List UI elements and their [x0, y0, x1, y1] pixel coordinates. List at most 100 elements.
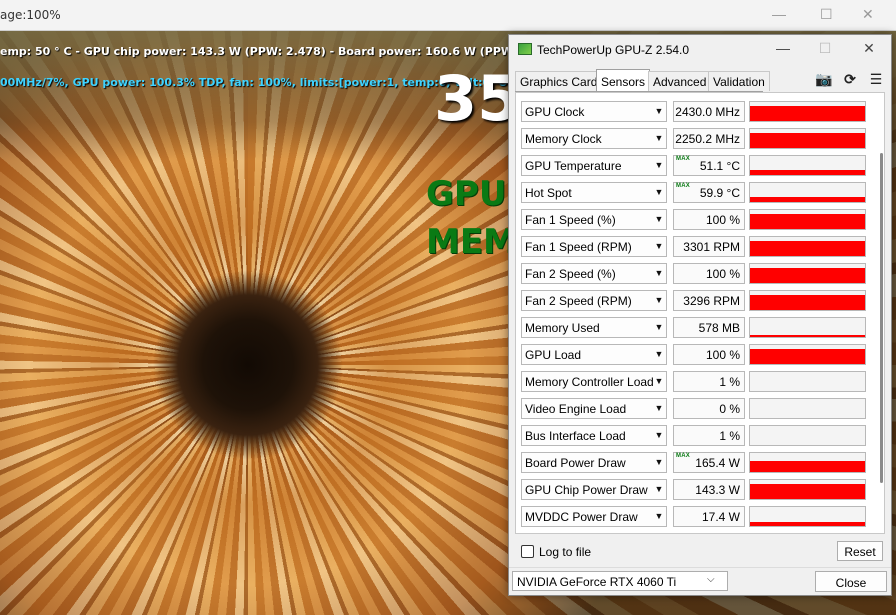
sensor-value: 3296 RPM	[673, 290, 745, 311]
gpuz-title: TechPowerUp GPU-Z 2.54.0	[537, 43, 690, 57]
reset-button[interactable]: Reset	[837, 541, 883, 561]
sensor-graph-fill	[750, 214, 865, 229]
sensor-graph-fill	[750, 484, 865, 499]
dropdown-arrow-icon[interactable]: ▼	[652, 452, 666, 473]
sensor-graph	[749, 182, 866, 203]
sensor-graph	[749, 371, 866, 392]
sensor-row: Fan 2 Speed (%) ▼ 100 %	[521, 263, 871, 285]
sensor-value: 1 %	[673, 371, 745, 392]
sensor-graph	[749, 506, 866, 527]
sensor-label[interactable]: Fan 2 Speed (RPM)	[521, 290, 667, 311]
footer-divider	[509, 567, 891, 568]
sensor-row: Bus Interface Load ▼ 1 %	[521, 425, 871, 447]
dropdown-arrow-icon[interactable]: ▼	[652, 101, 666, 122]
dropdown-arrow-icon[interactable]: ▼	[652, 209, 666, 230]
sensor-graph-fill	[750, 522, 865, 526]
tab-sensors[interactable]: Sensors	[596, 69, 651, 91]
sensor-value: 1 %	[673, 425, 745, 446]
sensor-value: 3301 RPM	[673, 236, 745, 257]
close-button[interactable]: Close	[815, 571, 887, 592]
render-gpu-label: GPU-	[426, 174, 521, 214]
dropdown-arrow-icon[interactable]: ▼	[652, 317, 666, 338]
close-icon[interactable]: ✕	[862, 6, 874, 23]
sensor-graph	[749, 101, 866, 122]
camera-icon[interactable]: 📷	[815, 71, 833, 88]
sensor-label[interactable]: GPU Temperature	[521, 155, 667, 176]
sensor-label[interactable]: GPU Chip Power Draw	[521, 479, 667, 500]
sensor-label[interactable]: Video Engine Load	[521, 398, 667, 419]
sensor-graph	[749, 209, 866, 230]
dropdown-arrow-icon[interactable]: ▼	[652, 371, 666, 392]
sensor-label[interactable]: Fan 1 Speed (RPM)	[521, 236, 667, 257]
close-icon[interactable]: ✕	[859, 40, 879, 57]
sensor-row: Fan 1 Speed (RPM) ▼ 3301 RPM	[521, 236, 871, 258]
sensor-graph	[749, 398, 866, 419]
gpuz-logo-icon	[518, 43, 532, 55]
render-mem-label: MEM	[426, 222, 517, 262]
minimize-icon[interactable]: —	[773, 40, 793, 56]
refresh-icon[interactable]: ⟳	[841, 71, 859, 88]
sensor-graph	[749, 155, 866, 176]
sensor-label[interactable]: MVDDC Power Draw	[521, 506, 667, 527]
dropdown-arrow-icon[interactable]: ▼	[652, 290, 666, 311]
sensor-label[interactable]: GPU Clock	[521, 101, 667, 122]
dropdown-arrow-icon[interactable]: ▼	[652, 344, 666, 365]
dropdown-arrow-icon[interactable]: ▼	[652, 155, 666, 176]
max-marker: MAX	[676, 183, 690, 189]
sensor-label[interactable]: Fan 2 Speed (%)	[521, 263, 667, 284]
sensor-value: 100 %	[673, 344, 745, 365]
sensor-label[interactable]: Fan 1 Speed (%)	[521, 209, 667, 230]
sensor-row: Memory Controller Load ▼ 1 %	[521, 371, 871, 393]
sensor-label[interactable]: Board Power Draw	[521, 452, 667, 473]
maximize-icon[interactable]: ☐	[820, 6, 833, 23]
dropdown-arrow-icon[interactable]: ▼	[652, 479, 666, 500]
menu-icon[interactable]: ☰	[867, 71, 885, 88]
sensor-graph-fill	[750, 349, 865, 364]
dropdown-arrow-icon[interactable]: ▼	[652, 425, 666, 446]
sensor-label[interactable]: Bus Interface Load	[521, 425, 667, 446]
dropdown-arrow-icon[interactable]: ▼	[652, 236, 666, 257]
dropdown-arrow-icon[interactable]: ▼	[652, 506, 666, 527]
dropdown-arrow-icon[interactable]: ▼	[652, 128, 666, 149]
max-marker: MAX	[676, 453, 690, 459]
sensor-label[interactable]: Memory Used	[521, 317, 667, 338]
sensor-label[interactable]: Memory Clock	[521, 128, 667, 149]
scrollbar-thumb[interactable]	[880, 153, 883, 483]
sensor-row: GPU Load ▼ 100 %	[521, 344, 871, 366]
chevron-down-icon[interactable]: ⌵	[707, 574, 715, 585]
dropdown-arrow-icon[interactable]: ▼	[652, 398, 666, 419]
sensor-row: GPU Clock ▼ 2430.0 MHz	[521, 101, 871, 123]
sensor-label[interactable]: GPU Load	[521, 344, 667, 365]
tab-validation[interactable]: Validation	[708, 71, 770, 91]
sensor-graph	[749, 344, 866, 365]
tab-advanced[interactable]: Advanced	[648, 71, 712, 91]
sensor-value: 0 %	[673, 398, 745, 419]
tab-graphics-card[interactable]: Graphics Card	[515, 71, 603, 91]
log-to-file-label: Log to file	[539, 545, 592, 559]
gpu-select[interactable]: NVIDIA GeForce RTX 4060 Ti	[512, 571, 728, 591]
sensor-value: 100 %	[673, 209, 745, 230]
dropdown-arrow-icon[interactable]: ▼	[652, 533, 666, 534]
sensor-value: 17.4 W	[673, 533, 745, 534]
sensor-label[interactable]: Memory Controller Load	[521, 371, 667, 392]
sensor-graph-fill	[750, 461, 865, 472]
sensor-value: 578 MB	[673, 317, 745, 338]
sensor-label[interactable]: PWR_SRC Power Draw	[521, 533, 667, 534]
sensor-graph	[749, 128, 866, 149]
sensor-label[interactable]: Hot Spot	[521, 182, 667, 203]
sensor-row: MVDDC Power Draw ▼ 17.4 W	[521, 506, 871, 528]
log-to-file-checkbox[interactable]	[521, 545, 534, 558]
sensor-graph	[749, 317, 866, 338]
sensor-graph-fill	[750, 106, 865, 121]
dropdown-arrow-icon[interactable]: ▼	[652, 182, 666, 203]
minimize-icon[interactable]: —	[772, 6, 786, 22]
sensor-row: Board Power Draw ▼ 165.4 W MAX	[521, 452, 871, 474]
sensor-graph	[749, 452, 866, 473]
sensor-value: 2250.2 MHz	[673, 128, 745, 149]
sensor-row: Memory Used ▼ 578 MB	[521, 317, 871, 339]
sensors-scrollbar[interactable]	[878, 143, 884, 523]
dropdown-arrow-icon[interactable]: ▼	[652, 263, 666, 284]
sensor-graph-fill	[750, 170, 865, 175]
sensor-graph-fill	[750, 295, 865, 310]
maximize-icon[interactable]: ☐	[815, 40, 835, 57]
